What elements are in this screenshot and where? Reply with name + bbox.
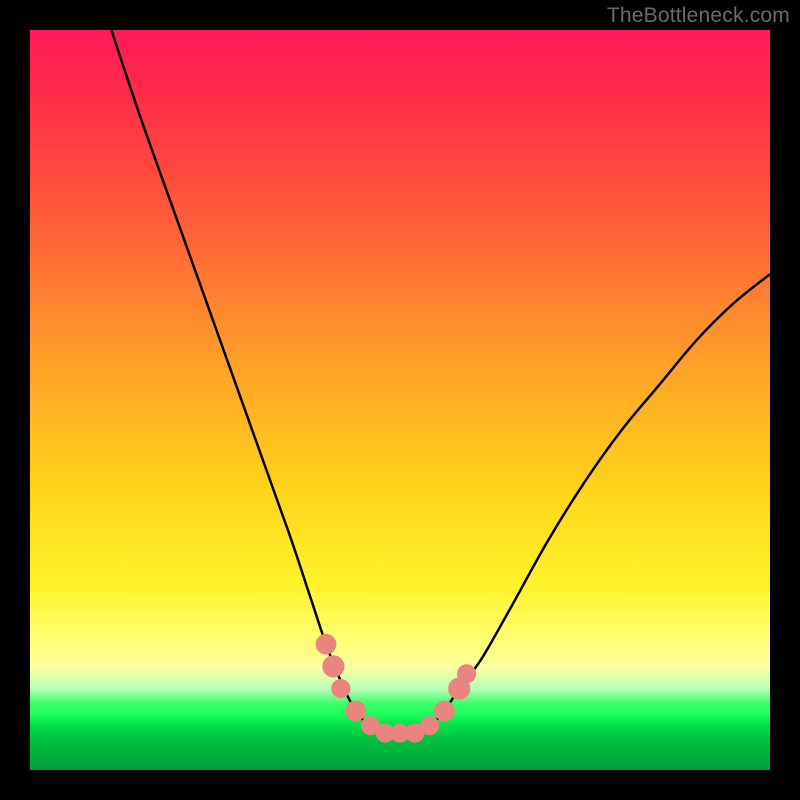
curve-markers xyxy=(316,634,477,743)
outer-frame: TheBottleneck.com xyxy=(0,0,800,800)
curve-marker xyxy=(434,700,455,721)
curve-marker xyxy=(322,655,344,677)
watermark-text: TheBottleneck.com xyxy=(607,4,790,28)
curve-marker xyxy=(316,634,337,655)
bottleneck-curve-svg xyxy=(30,30,770,770)
curve-marker xyxy=(345,700,366,721)
plot-area xyxy=(30,30,770,770)
curve-marker xyxy=(457,664,476,683)
curve-marker xyxy=(331,679,350,698)
bottleneck-curve-path xyxy=(111,30,770,734)
curve-marker xyxy=(420,716,439,735)
